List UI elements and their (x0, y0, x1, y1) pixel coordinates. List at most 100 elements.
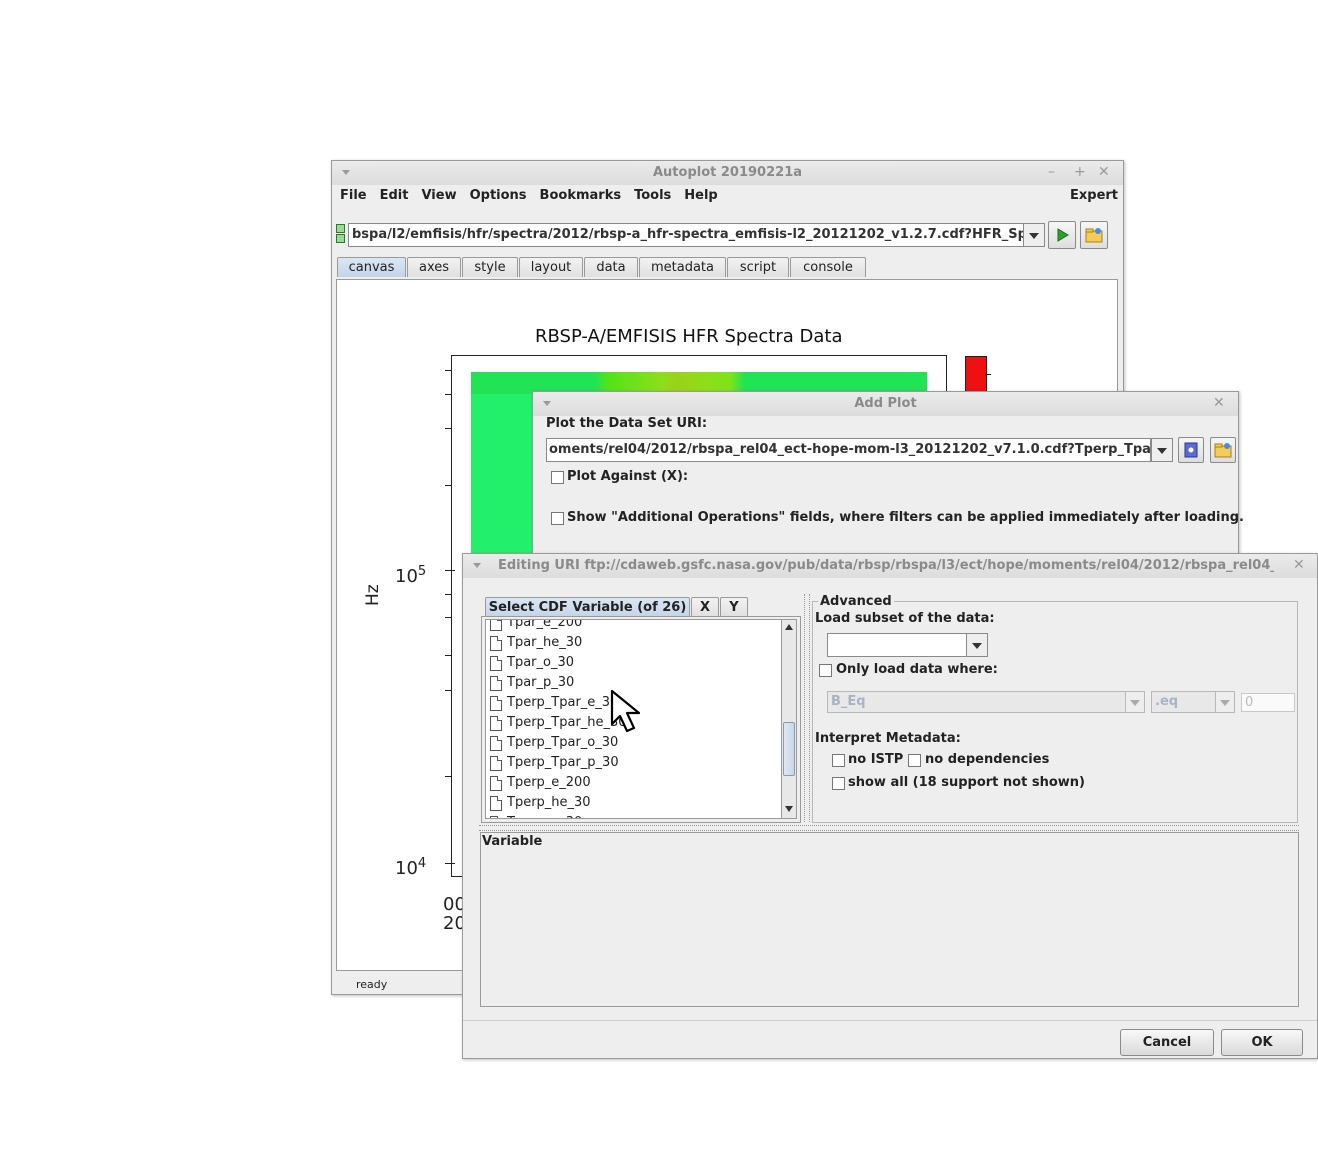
ytick-label-base: 10 (395, 858, 418, 879)
data-source-icon (336, 224, 345, 233)
only-load-checkbox[interactable] (819, 664, 832, 677)
subset-dropdown[interactable] (966, 633, 988, 657)
expert-menu[interactable]: Expert (1070, 188, 1118, 203)
menu-tools[interactable]: Tools (634, 188, 671, 203)
chevron-down-icon (972, 643, 982, 649)
show-all-checkbox[interactable] (832, 777, 845, 790)
plot-go-button[interactable] (1048, 221, 1076, 249)
folder-icon (1214, 443, 1232, 458)
split-divider[interactable] (804, 594, 810, 822)
main-tabs: canvas axes style layout data metadata s… (337, 257, 1117, 277)
main-uri-text[interactable]: bspa/l2/emfisis/hfr/spectra/2012/rbsp-a_… (352, 227, 1023, 242)
variable-name: Tperp_Tpar_o_30 (507, 735, 619, 750)
variable-name: Tpar_he_30 (507, 635, 583, 650)
file-icon (490, 656, 502, 671)
scroll-down-arrow[interactable] (785, 806, 793, 812)
tab-console[interactable]: console (790, 257, 866, 277)
where-value-field[interactable]: 0 (1241, 693, 1295, 712)
ytick-label-base: 10 (395, 566, 418, 587)
variable-list-item[interactable]: Tperp_Tpar_p_30 (486, 753, 782, 773)
no-dependencies-checkbox[interactable] (908, 754, 921, 767)
ytick (445, 370, 451, 371)
window-menu-icon[interactable] (473, 563, 481, 568)
variable-list-scrollbar[interactable] (781, 619, 797, 819)
tab-script[interactable]: script (727, 257, 789, 277)
ytick-label-exp: 5 (417, 564, 427, 579)
menu-options[interactable]: Options (470, 188, 527, 203)
ytick-label-exp: 4 (417, 856, 427, 871)
editor-titlebar[interactable]: Editing URI ftp://cdaweb.gsfc.nasa.gov/p… (463, 554, 1317, 578)
where-op-combobox[interactable]: .eq (1151, 691, 1217, 713)
file-icon (490, 776, 502, 791)
no-istp-checkbox[interactable] (832, 754, 845, 767)
browse-folder-button[interactable] (1210, 437, 1236, 463)
variable-description-label: Variable (482, 834, 543, 849)
play-icon (1057, 228, 1069, 242)
ytick (445, 655, 451, 656)
close-icon[interactable]: ✕ (1213, 395, 1225, 411)
tab-axes[interactable]: axes (407, 257, 461, 277)
add-plot-uri-text[interactable]: oments/rel04/2012/rbspa_rel04_ect-hope-m… (549, 442, 1150, 457)
horizontal-split-divider[interactable] (479, 825, 1299, 831)
plot-against-checkbox[interactable] (551, 471, 564, 484)
minimize-icon[interactable]: – (1048, 164, 1055, 180)
menu-file[interactable]: File (340, 188, 367, 203)
show-ops-checkbox[interactable] (551, 512, 564, 525)
file-icon (490, 716, 502, 731)
tab-y[interactable]: Y (720, 597, 748, 617)
cancel-button[interactable]: Cancel (1120, 1029, 1214, 1056)
subset-combobox[interactable] (827, 633, 969, 657)
ok-button[interactable]: OK (1221, 1029, 1303, 1056)
tab-data[interactable]: data (584, 257, 638, 277)
close-icon[interactable]: ✕ (1293, 557, 1305, 573)
add-plot-uri-dropdown[interactable] (1151, 438, 1173, 462)
variable-list-item[interactable]: Tpar_he_30 (486, 633, 782, 653)
where-variable-combobox[interactable]: B_Eq (827, 691, 1126, 713)
plot-title: RBSP-A/EMFISIS HFR Spectra Data (535, 326, 843, 347)
tab-select-cdf-variable[interactable]: Select CDF Variable (of 26) (485, 597, 690, 617)
footer-separator (463, 1020, 1317, 1021)
bookmarks-button[interactable] (1178, 437, 1204, 463)
show-all-label: show all (18 support not shown) (848, 775, 1085, 790)
chevron-down-icon (1029, 233, 1039, 239)
main-uri-dropdown-button[interactable] (1023, 223, 1045, 247)
variable-list-item[interactable]: Tperp_he_30 (486, 793, 782, 813)
where-variable-dropdown[interactable] (1125, 691, 1145, 713)
file-icon (490, 620, 502, 631)
where-op-dropdown[interactable] (1215, 691, 1235, 713)
tab-metadata[interactable]: metadata (639, 257, 726, 277)
ytick-right (985, 374, 991, 375)
variable-list-item[interactable]: Tperp_o_30 (486, 813, 782, 818)
tab-style[interactable]: style (462, 257, 518, 277)
menu-edit[interactable]: Edit (380, 188, 409, 203)
add-plot-titlebar[interactable]: Add Plot ✕ (533, 392, 1238, 416)
bookmark-icon (1184, 442, 1198, 458)
editor-title: Editing URI ftp://cdaweb.gsfc.nasa.gov/p… (498, 558, 1274, 573)
file-icon (490, 756, 502, 771)
variable-list-item[interactable]: Tpar_e_200 (486, 620, 782, 633)
tab-x[interactable]: X (691, 597, 719, 617)
menu-bar: File Edit View Options Bookmarks Tools Help (340, 188, 731, 203)
browse-folder-button[interactable] (1080, 221, 1108, 249)
main-uri-combobox[interactable]: bspa/l2/emfisis/hfr/spectra/2012/rbsp-a_… (348, 223, 1024, 247)
scroll-up-arrow[interactable] (785, 624, 793, 630)
menu-bookmarks[interactable]: Bookmarks (540, 188, 622, 203)
ytick (445, 690, 451, 691)
interpret-metadata-label: Interpret Metadata: (815, 731, 961, 746)
scroll-thumb[interactable] (783, 722, 795, 776)
maximize-icon[interactable]: + (1074, 164, 1086, 180)
mouse-cursor-icon (610, 689, 641, 733)
variable-list-item[interactable]: Tperp_e_200 (486, 773, 782, 793)
main-titlebar[interactable]: Autoplot 20190221a – + ✕ (332, 161, 1123, 185)
menu-help[interactable]: Help (684, 188, 717, 203)
close-icon[interactable]: ✕ (1098, 164, 1110, 180)
plot-against-label: Plot Against (X): (567, 469, 689, 484)
data-source-icon-2 (336, 234, 345, 243)
variable-list-item[interactable]: Tpar_o_30 (486, 653, 782, 673)
menu-view[interactable]: View (421, 188, 456, 203)
ytick-label-1e4: 104 (395, 856, 426, 879)
tab-layout[interactable]: layout (519, 257, 583, 277)
add-plot-uri-combobox[interactable]: oments/rel04/2012/rbspa_rel04_ect-hope-m… (546, 438, 1151, 462)
tab-canvas[interactable]: canvas (337, 257, 406, 277)
ytick (445, 776, 451, 777)
